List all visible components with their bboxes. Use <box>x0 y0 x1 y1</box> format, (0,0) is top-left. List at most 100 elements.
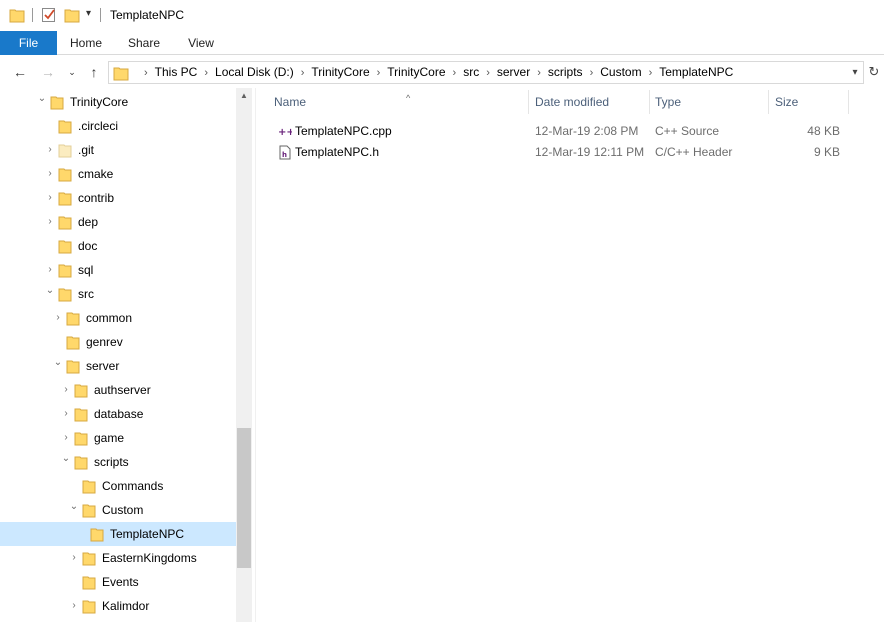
chevron-right-icon[interactable]: › <box>52 306 64 330</box>
tree-item[interactable]: Events <box>0 570 236 594</box>
new-folder-icon[interactable] <box>64 7 80 23</box>
file-row[interactable]: ++ TemplateNPC.cpp 12-Mar-19 2:08 PM C++ So… <box>272 121 852 142</box>
tree-item[interactable]: TemplateNPC <box>0 522 236 546</box>
chevron-right-icon[interactable]: › <box>139 63 153 84</box>
tree-item[interactable]: › Kalimdor <box>0 594 236 618</box>
tree-item[interactable]: › .git <box>0 138 236 162</box>
file-row[interactable]: h TemplateNPC.h 12-Mar-19 12:11 PM C/C++ He… <box>272 142 852 163</box>
chevron-right-icon[interactable]: › <box>44 186 56 210</box>
column-separator[interactable] <box>848 90 849 114</box>
folder-icon <box>66 360 80 374</box>
recent-locations-icon[interactable]: ⌄ <box>62 62 82 82</box>
tree-item[interactable]: ⌄ TrinityCore <box>0 90 236 114</box>
chevron-right-icon[interactable]: › <box>448 63 462 84</box>
scroll-up-icon[interactable]: ▲ <box>236 88 252 104</box>
column-header-type[interactable]: Type <box>649 88 769 116</box>
back-arrow-icon[interactable]: ← <box>10 62 30 82</box>
tree-item-label: TemplateNPC <box>110 527 185 541</box>
folder-icon <box>58 264 72 278</box>
breadcrumb-item[interactable]: TrinityCore <box>385 62 447 83</box>
chevron-right-icon[interactable]: › <box>44 138 56 162</box>
properties-icon[interactable] <box>41 7 57 23</box>
nav-scrollbar[interactable]: ▲ <box>236 88 252 622</box>
breadcrumb-item[interactable]: scripts <box>546 62 585 83</box>
tree-item-label: contrib <box>78 191 115 205</box>
breadcrumb-item[interactable]: Local Disk (D:) <box>213 62 296 83</box>
tree-item[interactable]: › game <box>0 426 236 450</box>
tab-file[interactable]: File <box>0 31 57 55</box>
tree-item[interactable]: › dep <box>0 210 236 234</box>
customize-toolbar-icon[interactable]: ▾ <box>86 8 91 19</box>
address-dropdown-icon[interactable]: ▾ <box>847 62 863 83</box>
chevron-right-icon[interactable]: › <box>296 63 310 84</box>
folder-icon <box>82 480 96 494</box>
tree-item-label: Kalimdor <box>102 599 150 613</box>
chevron-down-icon[interactable]: ⌄ <box>44 279 56 303</box>
chevron-right-icon[interactable]: › <box>585 63 599 84</box>
tree-item-label: game <box>94 431 125 445</box>
chevron-right-icon[interactable]: › <box>44 210 56 234</box>
chevron-right-icon[interactable]: › <box>60 402 72 426</box>
column-header-name[interactable]: Name ^ <box>268 88 528 116</box>
chevron-right-icon[interactable]: › <box>68 546 80 570</box>
breadcrumb-item[interactable]: src <box>461 62 481 83</box>
tree-item[interactable]: .circleci <box>0 114 236 138</box>
ribbon-tabs: File Home Share View <box>0 31 884 55</box>
breadcrumb-item[interactable]: server <box>495 62 532 83</box>
chevron-down-icon[interactable]: ⌄ <box>36 88 48 111</box>
breadcrumb-item[interactable]: This PC <box>153 62 200 83</box>
column-name-label: Name <box>274 95 307 109</box>
column-header-size[interactable]: Size <box>769 88 849 116</box>
refresh-icon[interactable]: ↻ <box>866 61 882 82</box>
tree-item[interactable]: › common <box>0 306 236 330</box>
tree-item[interactable]: › authserver <box>0 378 236 402</box>
breadcrumb-item[interactable]: TrinityCore <box>309 62 371 83</box>
tree-item[interactable]: doc <box>0 234 236 258</box>
tree-item[interactable]: › EasternKingdoms <box>0 546 236 570</box>
tab-home[interactable]: Home <box>60 31 112 55</box>
chevron-down-icon[interactable]: ⌄ <box>52 351 64 375</box>
navigation-pane[interactable]: ⌄ TrinityCore .circleci › .git › cmake › contrib… <box>0 88 252 622</box>
tree-item[interactable]: › database <box>0 402 236 426</box>
chevron-right-icon[interactable]: › <box>60 378 72 402</box>
tree-item[interactable]: ⌄ src <box>0 282 236 306</box>
chevron-right-icon[interactable]: › <box>44 162 56 186</box>
file-name: TemplateNPC.cpp <box>295 124 392 138</box>
tree-item-label: scripts <box>94 455 129 469</box>
file-size: 48 KB <box>807 124 840 138</box>
chevron-down-icon[interactable]: ⌄ <box>60 447 72 471</box>
folder-icon <box>58 240 72 254</box>
column-header-date[interactable]: Date modified <box>529 88 649 116</box>
tree-item-label: Custom <box>102 503 144 517</box>
chevron-right-icon[interactable]: › <box>68 594 80 618</box>
tab-view[interactable]: View <box>175 31 227 55</box>
tree-item-label: .git <box>78 143 95 157</box>
tree-item[interactable]: ⌄ scripts <box>0 450 236 474</box>
breadcrumb-item[interactable]: Custom <box>598 62 643 83</box>
tree-item[interactable]: Commands <box>0 474 236 498</box>
file-size: 9 KB <box>813 145 840 159</box>
tree-item[interactable]: genrev <box>0 330 236 354</box>
chevron-right-icon[interactable]: › <box>532 63 546 84</box>
file-list[interactable]: Name ^ Date modified Type Size ++ Templat… <box>256 88 884 622</box>
tab-share[interactable]: Share <box>118 31 170 55</box>
address-bar[interactable]: › This PC › Local Disk (D:) › TrinityCore › Tri… <box>108 61 864 84</box>
tree-item[interactable]: › contrib <box>0 186 236 210</box>
folder-icon <box>58 120 72 134</box>
tree-item[interactable]: ⌄ server <box>0 354 236 378</box>
chevron-right-icon[interactable]: › <box>199 63 213 84</box>
tree-item[interactable]: › sql <box>0 258 236 282</box>
forward-arrow-icon[interactable]: → <box>38 62 58 82</box>
tree-item-label: common <box>86 311 133 325</box>
scroll-thumb[interactable] <box>237 428 251 568</box>
up-arrow-icon[interactable]: ↑ <box>84 62 104 82</box>
chevron-right-icon[interactable]: › <box>481 63 495 84</box>
breadcrumb-item[interactable]: TemplateNPC <box>657 62 735 83</box>
chevron-down-icon[interactable]: ⌄ <box>68 495 80 519</box>
tree-item[interactable]: › cmake <box>0 162 236 186</box>
tree-item-label: sql <box>78 263 94 277</box>
tree-item-label: database <box>94 407 144 421</box>
tree-item[interactable]: ⌄ Custom <box>0 498 236 522</box>
chevron-right-icon[interactable]: › <box>644 63 658 84</box>
chevron-right-icon[interactable]: › <box>372 63 386 84</box>
